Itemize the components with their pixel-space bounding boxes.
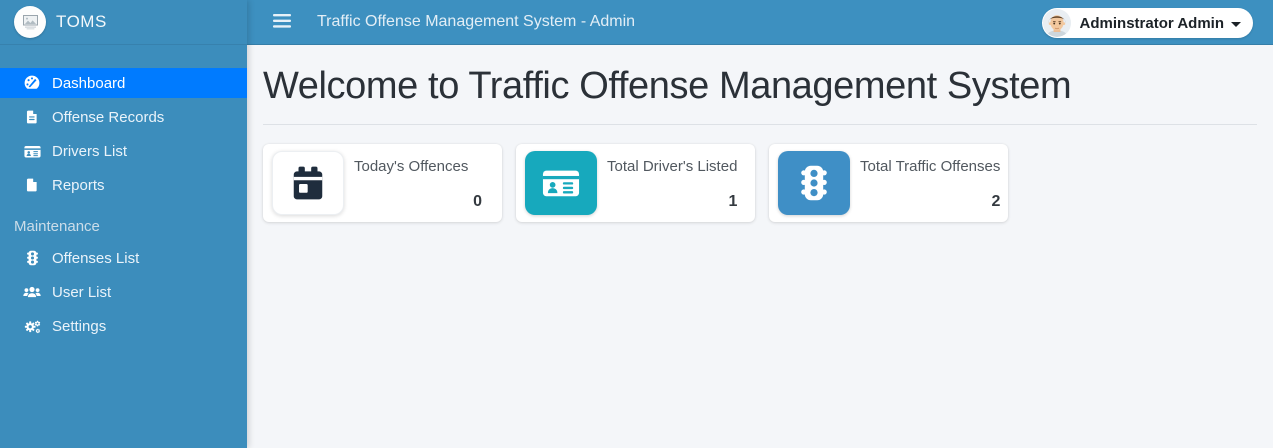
sidebar-item-label: Settings (52, 317, 107, 335)
brand-title: TOMS (56, 12, 107, 31)
page-title: Welcome to Traffic Offense Management Sy… (263, 65, 1072, 107)
divider (263, 124, 1257, 125)
sidebar: TOMS Dashboard Offense Records Drivers L… (0, 0, 247, 448)
sidebar-item-label: Drivers List (52, 142, 128, 160)
stat-card-total-offenses: Total Traffic Offenses 2 (769, 144, 1008, 222)
traffic-light-icon (778, 151, 850, 215)
stat-card-todays-offences: Today's Offences 0 (263, 144, 502, 222)
card-body: Total Traffic Offenses 2 (850, 151, 1011, 215)
sidebar-item-dashboard[interactable]: Dashboard (0, 68, 247, 98)
hamburger-menu-icon (273, 13, 291, 31)
sidebar-nav: Dashboard Offense Records Drivers List R… (0, 68, 247, 341)
user-avatar (1042, 9, 1071, 37)
broken-image-icon (14, 6, 46, 38)
id-card-icon (22, 143, 42, 160)
card-count: 0 (473, 193, 482, 210)
sidebar-item-reports[interactable]: Reports (0, 170, 247, 200)
card-title: Total Traffic Offenses (860, 158, 1001, 175)
users-icon (22, 284, 42, 301)
id-card-icon (525, 151, 597, 215)
sidebar-item-label: Dashboard (52, 74, 126, 92)
card-body: Total Driver's Listed 1 (597, 151, 748, 215)
card-body: Today's Offences 0 (344, 151, 493, 215)
sidebar-item-label: User List (52, 283, 112, 301)
sidebar-toggle-button[interactable] (267, 8, 297, 37)
sidebar-item-drivers-list[interactable]: Drivers List (0, 136, 247, 166)
card-title: Today's Offences (354, 158, 469, 175)
gears-icon (22, 318, 42, 335)
user-menu-button[interactable]: Adminstrator Admin (1041, 8, 1253, 38)
sidebar-item-label: Offense Records (52, 108, 165, 126)
file-lines-icon (22, 108, 42, 126)
navbar-title: Traffic Offense Management System - Admi… (317, 13, 636, 30)
sidebar-section-maintenance: Maintenance (14, 218, 100, 235)
caret-down-icon (1231, 21, 1241, 27)
stat-card-total-drivers: Total Driver's Listed 1 (516, 144, 755, 222)
sidebar-item-offenses-list[interactable]: Offenses List (0, 243, 247, 273)
file-icon (22, 176, 42, 194)
main-content: Welcome to Traffic Offense Management Sy… (247, 45, 1273, 448)
card-count: 1 (728, 193, 738, 210)
sidebar-item-user-list[interactable]: User List (0, 277, 247, 307)
stat-cards-row: Today's Offences 0 Total Driver's Listed… (263, 144, 1257, 222)
sidebar-item-label: Reports (52, 176, 105, 194)
card-title: Total Driver's Listed (607, 158, 738, 175)
top-navbar: Traffic Offense Management System - Admi… (247, 0, 1273, 45)
speedometer-icon (22, 74, 42, 92)
sidebar-item-offense-records[interactable]: Offense Records (0, 102, 247, 132)
card-count: 2 (991, 193, 1001, 210)
sidebar-item-label: Offenses List (52, 249, 140, 267)
brand-link[interactable]: TOMS (0, 0, 247, 45)
user-name: Adminstrator Admin (1079, 14, 1224, 32)
traffic-light-icon (22, 249, 42, 267)
calendar-icon (272, 151, 344, 215)
sidebar-item-settings[interactable]: Settings (0, 311, 247, 341)
